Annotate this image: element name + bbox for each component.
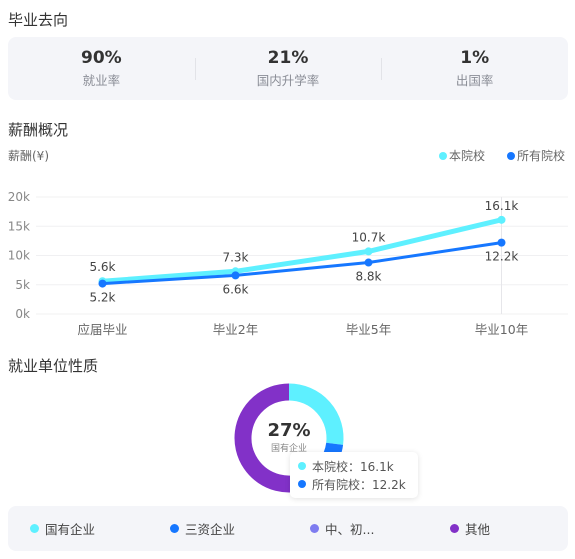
donut-center: 27% 国有企业 xyxy=(259,420,319,455)
data-point xyxy=(497,215,506,224)
legend-dot-icon xyxy=(30,524,39,533)
stat-employment: 90% 就业率 xyxy=(8,48,195,89)
legend-label: 三资企业 xyxy=(185,522,236,537)
data-label: 5.6k xyxy=(89,260,115,274)
salary-line-chart: 0k 5k 10k 15k 20k 应届毕业 毕业2年 毕业5年 毕业10年 5.6k 7.3k 10… xyxy=(8,190,568,337)
salary-title: 薪酬概况 xyxy=(8,121,69,139)
legend-item-school[interactable]: 本院校 xyxy=(439,147,485,164)
stat-label: 就业率 xyxy=(82,73,121,88)
data-label: 16.1k xyxy=(485,199,519,213)
stat-value: 21% xyxy=(267,48,309,68)
stat-label: 国内升学率 xyxy=(256,73,320,88)
y-tick-label: 15k xyxy=(8,219,30,233)
tooltip-dot-icon xyxy=(298,462,306,470)
legend-dot-icon xyxy=(170,524,179,533)
data-label: 7.3k xyxy=(222,250,248,264)
y-tick-label: 20k xyxy=(8,190,30,204)
tooltip-row: 本院校：16.1k xyxy=(298,457,410,475)
stat-value: 1% xyxy=(460,48,490,68)
legend-dot-icon xyxy=(439,151,447,160)
donut-center-value: 27% xyxy=(267,420,311,441)
stat-value: 90% xyxy=(80,48,122,68)
data-point xyxy=(497,238,506,247)
x-tick-label: 毕业5年 xyxy=(346,322,391,337)
tooltip-row: 所有院校：12.2k xyxy=(298,475,410,493)
y-tick-label: 0k xyxy=(15,307,30,321)
tooltip-text: 本院校：16.1k xyxy=(312,459,394,474)
data-label: 8.8k xyxy=(355,270,381,284)
legend-dot-icon xyxy=(450,524,459,533)
destination-stats: 90% 就业率 21% 国内升学率 1% 出国率 xyxy=(8,37,568,100)
data-point xyxy=(98,279,107,288)
data-label: 10.7k xyxy=(352,230,386,244)
legend-dot-icon xyxy=(507,151,515,160)
tooltip-text: 所有院校：12.2k xyxy=(312,477,406,492)
data-label: 6.6k xyxy=(222,282,248,296)
chart-tooltip: 本院校：16.1k 所有院校：12.2k xyxy=(290,452,418,498)
data-label: 5.2k xyxy=(89,291,115,305)
y-tick-label: 10k xyxy=(8,249,30,263)
data-label: 12.2k xyxy=(485,250,519,264)
data-point xyxy=(364,247,373,256)
legend-item-other[interactable]: 其他 xyxy=(428,519,568,538)
legend-label: 其他 xyxy=(465,522,491,537)
legend-item-schools[interactable]: 中、初... xyxy=(288,519,428,538)
data-point xyxy=(364,258,373,267)
legend-item-state-owned[interactable]: 国有企业 xyxy=(8,519,148,538)
employer-title: 就业单位性质 xyxy=(8,357,99,375)
legend-item-foreign[interactable]: 三资企业 xyxy=(148,519,288,538)
legend-label: 中、初... xyxy=(325,522,375,537)
x-tick-label: 毕业10年 xyxy=(475,322,528,337)
stat-domestic: 21% 国内升学率 xyxy=(194,48,382,89)
data-point xyxy=(231,271,240,280)
stat-label: 出国率 xyxy=(455,73,494,88)
employer-legend: 国有企业 三资企业 中、初... 其他 xyxy=(8,506,568,551)
legend-label: 所有院校 xyxy=(517,149,566,163)
legend-dot-icon xyxy=(310,524,319,533)
x-tick-label: 毕业2年 xyxy=(213,322,258,337)
legend-item-all[interactable]: 所有院校 xyxy=(507,147,565,164)
x-tick-label: 应届毕业 xyxy=(77,322,127,337)
legend-label: 国有企业 xyxy=(45,522,96,537)
chart-ylabel: 薪酬(¥) xyxy=(8,149,49,163)
stat-abroad: 1% 出国率 xyxy=(381,48,568,89)
tooltip-dot-icon xyxy=(298,480,306,488)
legend-label: 本院校 xyxy=(449,149,486,163)
destination-title: 毕业去向 xyxy=(8,11,69,29)
y-tick-label: 5k xyxy=(15,278,30,292)
